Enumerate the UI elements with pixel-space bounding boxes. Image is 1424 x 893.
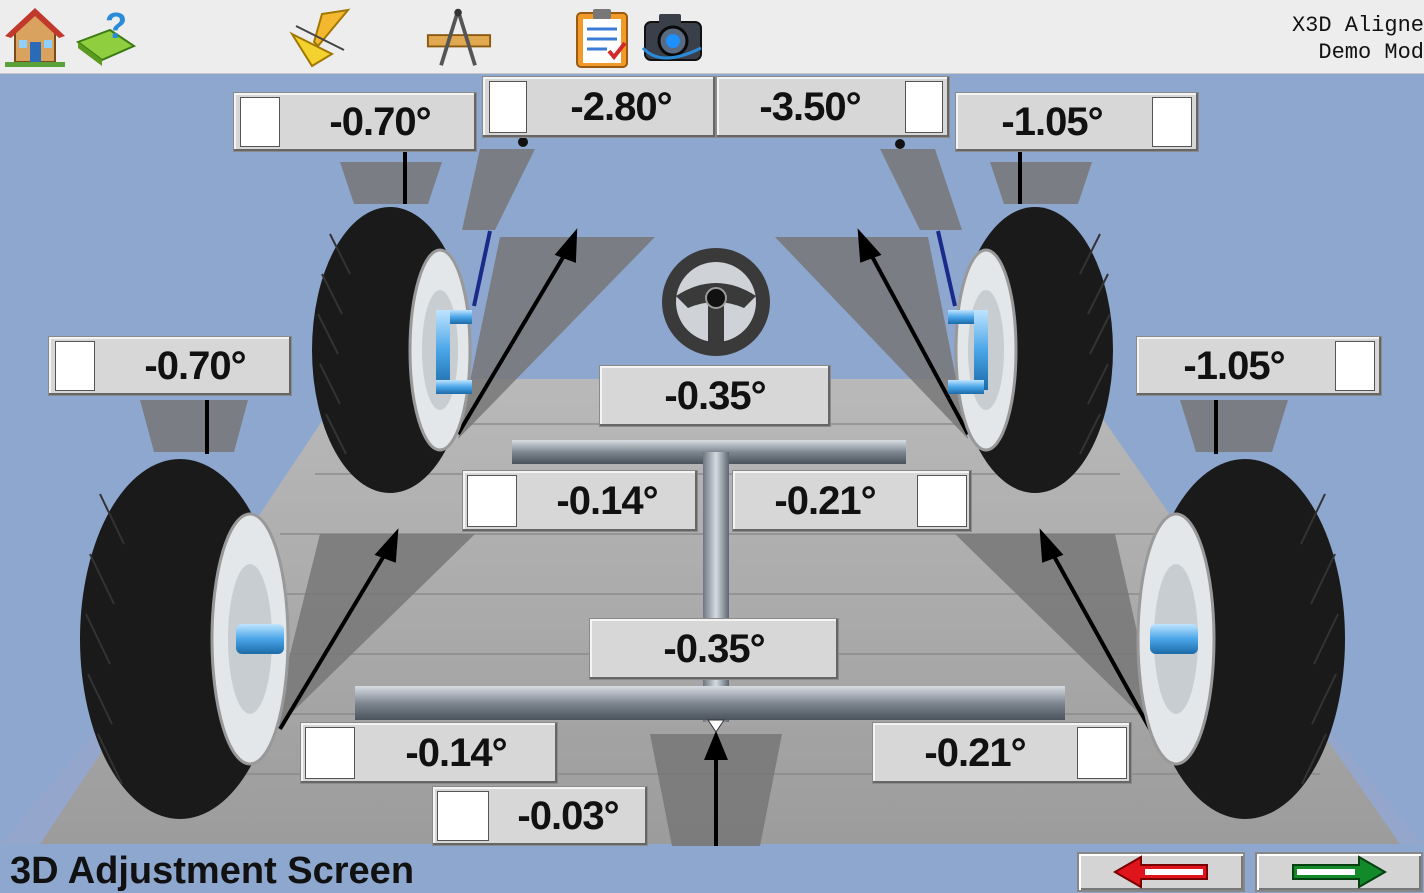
front-left-caster-value: -2.80° [570, 84, 672, 129]
steering-angle-value: -0.35° [664, 373, 766, 418]
rear-right-camber-value: -1.05° [1183, 343, 1285, 388]
toe-adjust-icon [305, 727, 355, 779]
camber-wheel-icon [1335, 341, 1375, 391]
caster-wheel-icon [489, 81, 527, 133]
front-left-caster-panel: -2.80° [482, 76, 716, 138]
camber-wheel-icon [55, 341, 95, 391]
front-left-camber-value: -0.70° [329, 99, 431, 144]
setback-panel: -0.03° [432, 786, 648, 846]
app-title: X3D Aligne Demo Mod [1292, 12, 1424, 66]
front-left-toe-panel: -0.14° [462, 470, 698, 532]
front-left-camber-panel: -0.70° [233, 92, 477, 152]
app-title-line1: X3D Aligne [1291, 13, 1424, 38]
toolbar: ? X3D Aligne Demo Mod [0, 0, 1424, 74]
thrust-angle-panel: -0.35° [589, 618, 839, 680]
front-left-toe-value: -0.14° [556, 478, 658, 523]
clipboard-report-icon[interactable] [570, 4, 636, 70]
steering-angle-panel: -0.35° [599, 365, 831, 427]
app-title-line2: Demo Mod [1318, 40, 1424, 65]
home-icon[interactable] [2, 4, 68, 70]
help-book-icon[interactable]: ? [72, 4, 138, 70]
front-right-toe-panel: -0.21° [732, 470, 972, 532]
toe-adjust-icon [917, 475, 967, 527]
rear-left-camber-panel: -0.70° [48, 336, 292, 396]
vehicle-diagram [0, 137, 1424, 846]
steering-wheel-icon [662, 248, 770, 356]
rear-left-toe-panel: -0.14° [300, 722, 558, 784]
front-right-camber-panel: -1.05° [955, 92, 1199, 152]
setback-value: -0.03° [517, 793, 619, 838]
alignment-3d-scene: -0.70° -2.80° -3.50° -1.05° -0.70° -1.05… [0, 74, 1424, 846]
next-arrow-icon [1292, 855, 1388, 889]
caster-wheel-icon [905, 81, 943, 133]
toe-adjust-icon [1077, 727, 1127, 779]
svg-text:?: ? [105, 6, 127, 46]
front-right-camber-value: -1.05° [1001, 99, 1103, 144]
rear-right-camber-panel: -1.05° [1136, 336, 1382, 396]
back-arrow-icon [1112, 855, 1208, 889]
thrust-angle-value: -0.35° [663, 626, 765, 671]
back-button[interactable] [1077, 852, 1245, 892]
setback-icon [437, 791, 489, 841]
rear-left-toe-value: -0.14° [405, 730, 507, 775]
camber-wheel-icon [1152, 97, 1192, 147]
camber-wheel-icon [240, 97, 280, 147]
front-right-caster-panel: -3.50° [716, 76, 950, 138]
compass-ruler-icon[interactable] [426, 4, 492, 70]
screen-title: 3D Adjustment Screen [10, 850, 415, 892]
toe-adjust-icon [467, 475, 517, 527]
next-button[interactable] [1255, 852, 1423, 892]
rear-right-toe-panel: -0.21° [872, 722, 1132, 784]
drafting-tools-icon[interactable] [287, 4, 353, 70]
front-right-toe-value: -0.21° [774, 478, 876, 523]
rear-left-camber-value: -0.70° [144, 343, 246, 388]
camera-icon[interactable] [640, 4, 706, 70]
front-right-caster-value: -3.50° [759, 84, 861, 129]
rear-right-toe-value: -0.21° [924, 730, 1026, 775]
